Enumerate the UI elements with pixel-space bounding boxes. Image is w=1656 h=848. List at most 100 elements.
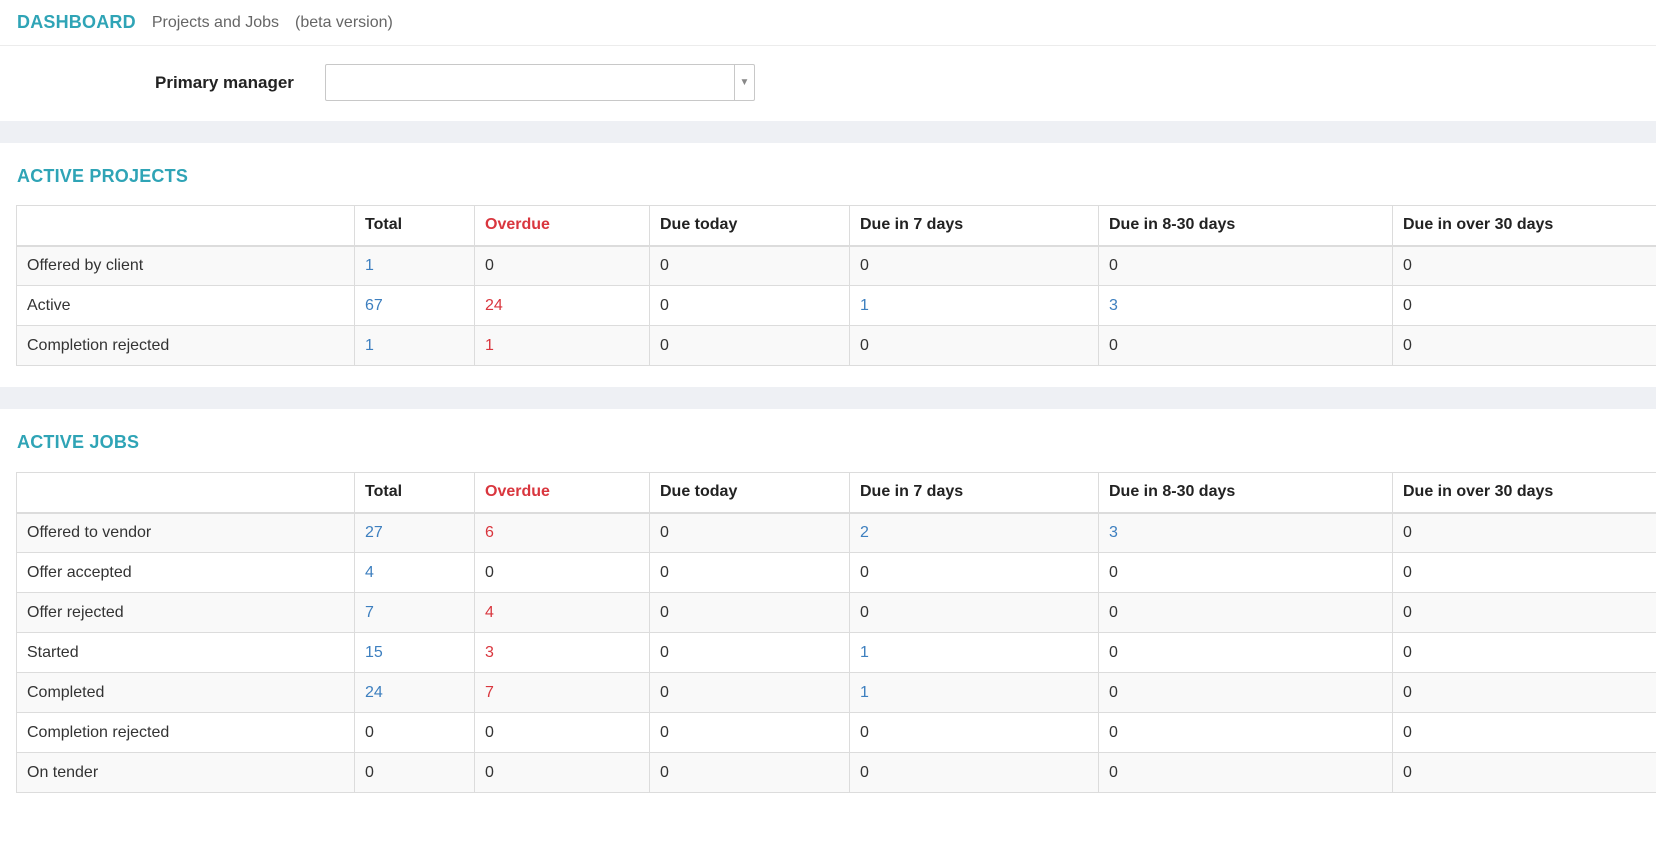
count-value: 0 <box>860 256 869 274</box>
count-value: 0 <box>485 256 494 274</box>
table-cell: 1 <box>354 325 475 366</box>
row-label: On tender <box>16 752 355 793</box>
table-cell: 7 <box>474 672 650 713</box>
count-link[interactable]: 3 <box>1109 297 1118 314</box>
count-link[interactable]: 24 <box>365 684 383 701</box>
table-cell: 0 <box>474 552 650 593</box>
table-cell: 0 <box>1098 752 1393 793</box>
table-row: Offered to vendor 27 6 0 2 3 0 <box>16 512 1656 553</box>
filter-bar: Primary manager ▼ <box>0 46 1656 121</box>
table-cell: 4 <box>474 592 650 633</box>
table-cell: 24 <box>354 672 475 713</box>
count-link[interactable]: 4 <box>485 604 494 621</box>
count-value: 0 <box>485 763 494 781</box>
row-label: Completion rejected <box>16 712 355 753</box>
count-value: 0 <box>660 683 669 701</box>
table-cell: 0 <box>474 712 650 753</box>
row-label: Offered to vendor <box>16 512 355 553</box>
count-value: 0 <box>860 763 869 781</box>
table-cell: 3 <box>1098 512 1393 553</box>
table-cell: 0 <box>1098 672 1393 713</box>
count-link[interactable]: 1 <box>860 684 869 701</box>
count-value: 0 <box>860 563 869 581</box>
section-divider <box>0 387 1656 409</box>
count-value: 0 <box>1109 683 1118 701</box>
table-cell: 0 <box>1392 552 1656 593</box>
count-value: 0 <box>365 763 374 781</box>
count-link[interactable]: 1 <box>860 297 869 314</box>
count-link[interactable]: 1 <box>365 257 374 274</box>
count-link[interactable]: 6 <box>485 524 494 541</box>
count-link[interactable]: 27 <box>365 524 383 541</box>
table-cell: 0 <box>1098 712 1393 753</box>
column-header: Due in 8-30 days <box>1098 472 1393 514</box>
table-row: Active 67 24 0 1 3 0 <box>16 285 1656 326</box>
count-link[interactable]: 2 <box>860 524 869 541</box>
row-label: Completed <box>16 672 355 713</box>
dropdown-arrow-icon[interactable]: ▼ <box>734 65 754 100</box>
table-cell: 0 <box>849 245 1099 286</box>
column-header <box>16 205 355 247</box>
count-value: 0 <box>1403 603 1412 621</box>
table-cell: 0 <box>649 325 850 366</box>
count-value: 0 <box>1109 723 1118 741</box>
count-value: 0 <box>1403 256 1412 274</box>
count-link[interactable]: 7 <box>485 684 494 701</box>
column-header: Overdue <box>474 205 650 247</box>
table-cell: 0 <box>1392 512 1656 553</box>
count-value: 0 <box>1109 643 1118 661</box>
row-label: Offered by client <box>16 245 355 286</box>
table-cell: 0 <box>354 712 475 753</box>
count-value: 0 <box>1403 563 1412 581</box>
column-header: Due today <box>649 205 850 247</box>
count-value: 0 <box>1403 296 1412 314</box>
count-link[interactable]: 3 <box>485 644 494 661</box>
table-cell: 0 <box>354 752 475 793</box>
table-cell: 0 <box>1392 592 1656 633</box>
page-header: DASHBOARD Projects and Jobs (beta versio… <box>0 0 1656 46</box>
count-value: 0 <box>1403 723 1412 741</box>
table-cell: 0 <box>849 712 1099 753</box>
count-link[interactable]: 1 <box>485 337 494 354</box>
column-header: Due in 7 days <box>849 205 1099 247</box>
table-cell: 0 <box>1098 552 1393 593</box>
primary-manager-select[interactable]: ▼ <box>325 64 755 101</box>
count-link[interactable]: 7 <box>365 604 374 621</box>
table-cell: 2 <box>849 512 1099 553</box>
count-value: 0 <box>660 336 669 354</box>
table-cell: 1 <box>354 245 475 286</box>
section-divider <box>0 121 1656 143</box>
count-link[interactable]: 1 <box>365 337 374 354</box>
count-link[interactable]: 3 <box>1109 524 1118 541</box>
column-header: Due in 7 days <box>849 472 1099 514</box>
count-value: 0 <box>1403 683 1412 701</box>
table-cell: 0 <box>1098 325 1393 366</box>
count-link[interactable]: 1 <box>860 644 869 661</box>
table-cell: 0 <box>1392 752 1656 793</box>
table-cell: 1 <box>849 672 1099 713</box>
row-label: Started <box>16 632 355 673</box>
count-link[interactable]: 24 <box>485 297 503 314</box>
table-cell: 0 <box>849 325 1099 366</box>
table-cell: 0 <box>649 752 850 793</box>
table-cell: 3 <box>1098 285 1393 326</box>
page-subtitle: Projects and Jobs <box>151 13 279 31</box>
table-cell: 1 <box>849 632 1099 673</box>
table-cell: 0 <box>1392 325 1656 366</box>
table-cell: 0 <box>849 592 1099 633</box>
active-projects-table: Total Overdue Due today Due in 7 days Due in… <box>16 205 1656 366</box>
beta-label: (beta version) <box>295 13 393 31</box>
count-link[interactable]: 67 <box>365 297 383 314</box>
table-cell: 24 <box>474 285 650 326</box>
table-header-row: Total Overdue Due today Due in 7 days Due in… <box>16 472 1656 514</box>
count-link[interactable]: 15 <box>365 644 383 661</box>
table-row: Offer accepted 4 0 0 0 0 0 <box>16 552 1656 593</box>
table-cell: 0 <box>1392 672 1656 713</box>
count-value: 0 <box>1109 763 1118 781</box>
count-link[interactable]: 4 <box>365 564 374 581</box>
table-cell: 0 <box>649 592 850 633</box>
table-cell: 15 <box>354 632 475 673</box>
table-header-row: Total Overdue Due today Due in 7 days Due in… <box>16 205 1656 247</box>
count-value: 0 <box>860 723 869 741</box>
count-value: 0 <box>1403 643 1412 661</box>
